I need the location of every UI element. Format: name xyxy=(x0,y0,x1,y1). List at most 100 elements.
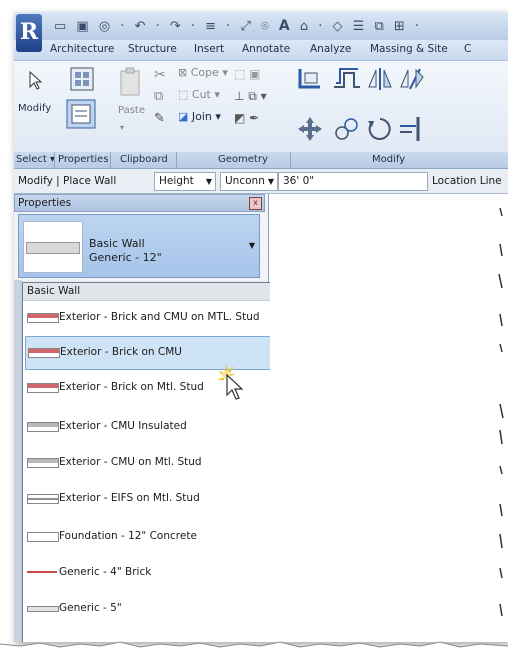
cope-tool[interactable]: ⊠ Cope ▾ xyxy=(178,66,228,79)
cope-label: Cope xyxy=(190,66,219,79)
list-item-label: Exterior - EIFS on Mtl. Stud xyxy=(59,492,200,504)
trim-extend-icon[interactable] xyxy=(398,115,426,143)
list-item-label: Exterior - Brick on Mtl. Stud xyxy=(59,381,204,393)
list-item[interactable]: Generic - 4" Brick xyxy=(25,557,275,589)
properties-palette: Properties x Basic Wall Generic - 12" ▼ … xyxy=(14,194,294,642)
unconnected-dropdown[interactable]: Unconn ▼ xyxy=(220,172,278,191)
ribbon-tabs: Architecture Structure Insert Annotate A… xyxy=(14,40,508,60)
list-item[interactable]: Exterior - CMU on Mtl. Stud xyxy=(25,447,275,479)
ribbon-panel-labels: Select ▾ Properties Clipboard Geometry M… xyxy=(14,152,508,169)
properties-title-bar: Properties x xyxy=(14,194,265,212)
unconnected-dropdown-label: Unconn xyxy=(225,175,265,187)
match-properties-icon[interactable]: ✎ xyxy=(154,111,165,126)
align-icon[interactable] xyxy=(296,67,324,91)
wall-swatch-icon xyxy=(27,383,59,393)
list-item-label: Generic - 4" Brick xyxy=(59,566,152,578)
list-item-label: Exterior - CMU Insulated xyxy=(59,420,187,432)
properties-background xyxy=(14,280,22,642)
offset-icon[interactable] xyxy=(332,67,362,91)
join-tool[interactable]: ◪ Join ▾ xyxy=(178,110,221,123)
paste-label: Paste xyxy=(118,105,145,116)
wall-joins-icon[interactable]: ⊥ ⧉ ▾ xyxy=(234,89,267,104)
tab-analyze[interactable]: Analyze xyxy=(310,43,351,55)
modify-label: Modify xyxy=(18,103,52,114)
copy-icon[interactable]: ⧉ xyxy=(154,89,163,104)
split-face-icon[interactable]: ⬚ ▣ xyxy=(234,67,261,81)
mouse-pointer-icon xyxy=(217,364,244,400)
list-item-label: Exterior - Brick on CMU xyxy=(60,346,182,358)
wall-type-thumbnail xyxy=(23,221,83,273)
list-item[interactable]: Exterior - Brick and CMU on MTL. Stud xyxy=(25,302,275,334)
scissors-icon[interactable]: ✂ xyxy=(154,67,166,83)
chevron-down-icon: ▼ xyxy=(248,241,255,250)
tab-structure[interactable]: Structure xyxy=(128,43,177,55)
tab-massing-site[interactable]: Massing & Site xyxy=(370,43,448,55)
tab-annotate[interactable]: Annotate xyxy=(242,43,290,55)
cut-label: Cut xyxy=(191,88,211,101)
application-menu-button[interactable]: R xyxy=(16,14,42,52)
tab-collaborate[interactable]: C xyxy=(464,43,471,55)
quick-access-toolbar: ▭ ▣ ◎ · ↶ · ↷ · ≡ · ⤢ ⌾ A ⌂ · ◇ ☰ ⧉ ⊞ · xyxy=(14,12,508,41)
wall-swatch-icon xyxy=(27,606,59,612)
quick-access-icons[interactable]: ▭ ▣ ◎ · ↶ · ↷ · ≡ · ⤢ ⌾ A ⌂ · ◇ ☰ ⧉ ⊞ · xyxy=(54,18,422,34)
close-button[interactable]: x xyxy=(249,197,262,210)
list-item-label: Foundation - 12" Concrete xyxy=(59,530,197,542)
panel-clipboard-label: Clipboard xyxy=(120,154,168,165)
height-dropdown-label: Height xyxy=(159,175,194,187)
close-icon: x xyxy=(253,198,258,207)
panel-separator xyxy=(176,152,177,168)
modify-button[interactable]: Modify xyxy=(18,67,54,127)
arrow-cursor-icon xyxy=(29,71,43,90)
list-item-label: Exterior - Brick and CMU on MTL. Stud xyxy=(59,311,260,323)
cut-edge-marks xyxy=(498,207,504,617)
wall-preview-icon xyxy=(26,242,80,254)
wall-swatch-icon xyxy=(27,571,57,573)
properties-title: Properties xyxy=(18,197,72,209)
panel-properties-label: Properties xyxy=(58,154,109,165)
join-label: Join xyxy=(191,110,212,123)
properties-palette-icon[interactable] xyxy=(66,99,96,129)
wall-swatch-icon xyxy=(27,494,59,504)
list-item[interactable]: Exterior - CMU Insulated xyxy=(25,411,275,443)
paint-icon[interactable]: ◩ ✒ xyxy=(234,111,259,125)
paste-icon[interactable] xyxy=(118,67,142,97)
move-icon[interactable] xyxy=(296,115,324,143)
height-value-field[interactable]: 36' 0" xyxy=(278,172,428,191)
wall-swatch-icon xyxy=(27,313,59,323)
panel-geometry-label: Geometry xyxy=(218,154,268,165)
location-line-label: Location Line xyxy=(432,175,502,187)
list-item-label: Generic - 5" xyxy=(59,602,122,614)
wall-swatch-icon xyxy=(28,348,60,358)
panel-select-label: Select xyxy=(16,154,47,165)
height-dropdown[interactable]: Height ▼ xyxy=(154,172,216,191)
panel-select[interactable]: Select ▾ xyxy=(16,154,55,165)
height-value: 36' 0" xyxy=(283,175,315,187)
copy-element-icon[interactable] xyxy=(332,115,360,143)
list-item[interactable]: Exterior - EIFS on Mtl. Stud xyxy=(25,483,275,515)
options-bar: Modify | Place Wall Height ▼ Unconn ▼ 36' … xyxy=(14,169,508,194)
type-selector-text: Basic Wall Generic - 12" xyxy=(89,237,162,265)
mirror-pick-axis-icon[interactable] xyxy=(366,67,394,91)
paste-dropdown-icon[interactable]: ▾ xyxy=(120,123,124,132)
tab-insert[interactable]: Insert xyxy=(194,43,224,55)
torn-edge xyxy=(0,641,508,654)
panel-separator xyxy=(290,152,291,168)
wall-swatch-icon xyxy=(27,458,59,468)
rotate-icon[interactable] xyxy=(366,115,394,143)
list-item[interactable]: Foundation - 12" Concrete xyxy=(25,521,275,553)
mirror-draw-axis-icon[interactable] xyxy=(398,67,426,91)
panel-separator xyxy=(54,152,55,168)
list-item[interactable]: Generic - 5" xyxy=(25,593,275,625)
type-properties-icon[interactable] xyxy=(68,65,96,93)
tab-architecture[interactable]: Architecture xyxy=(50,43,114,55)
ribbon: Modify Paste ▾ ✂ ⧉ ✎ ⊠ Cope ▾ ⬚ Cut ▾ ◪ … xyxy=(14,60,508,156)
type-name: Generic - 12" xyxy=(89,251,162,264)
wall-swatch-icon xyxy=(27,422,59,432)
wall-swatch-icon xyxy=(27,532,59,542)
cut-tool[interactable]: ⬚ Cut ▾ xyxy=(178,88,220,101)
drawing-area[interactable] xyxy=(270,194,508,642)
type-family: Basic Wall xyxy=(89,237,145,250)
type-selector[interactable]: Basic Wall Generic - 12" ▼ xyxy=(18,214,260,278)
list-item-label: Exterior - CMU on Mtl. Stud xyxy=(59,456,202,468)
panel-separator xyxy=(110,152,111,168)
